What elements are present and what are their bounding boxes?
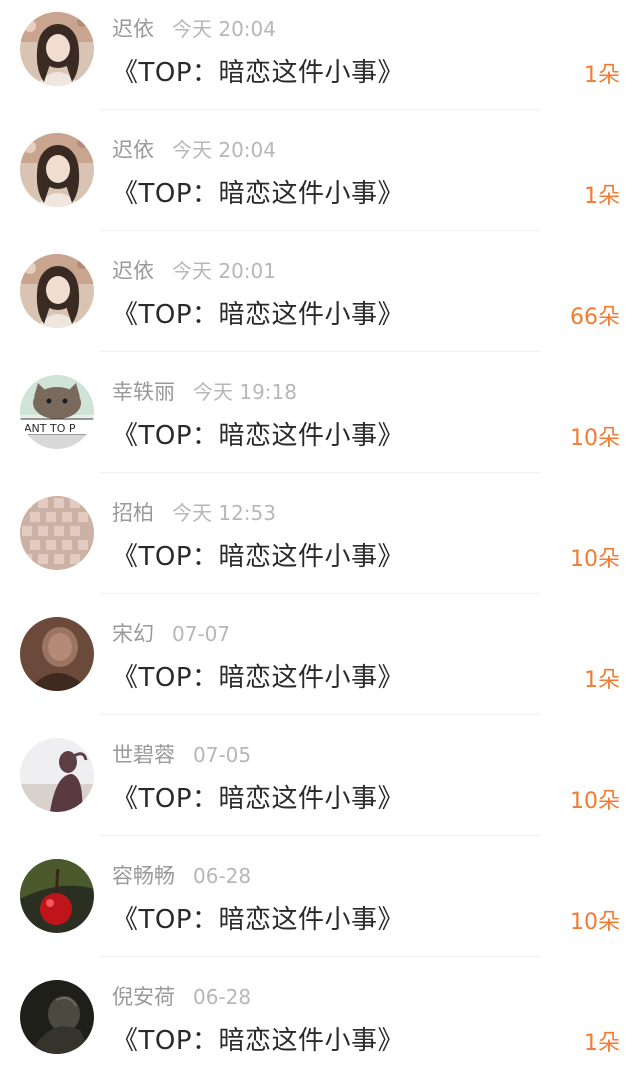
girl-photo-avatar (20, 133, 94, 207)
book-title: 《TOP：暗恋这件小事》 (112, 1026, 405, 1056)
meta: 迟依 今天 20:01 (112, 255, 276, 285)
meta: 宋幻 07-07 (112, 618, 230, 648)
avatar[interactable] (20, 980, 94, 1054)
girl-photo-avatar (20, 12, 94, 86)
book-title: 《TOP：暗恋这件小事》 (112, 421, 405, 451)
dark-portrait-avatar (20, 617, 94, 691)
list-item[interactable]: 迟依 今天 20:01 《TOP：暗恋这件小事》 66朵 (0, 242, 640, 363)
gift-count: 10朵 (570, 547, 620, 572)
timestamp: 今天 20:04 (172, 17, 276, 41)
list-item[interactable]: ANT TO P 幸轶丽 今天 19:18 《TOP：暗恋这件小事》 10朵 (0, 363, 640, 484)
timestamp: 07-07 (172, 622, 231, 646)
silhouette-avatar (20, 738, 94, 812)
meta: 迟依 今天 20:04 (112, 13, 276, 43)
divider (100, 593, 540, 594)
girl-photo-avatar (20, 254, 94, 328)
gift-count: 1朵 (584, 1031, 620, 1056)
timestamp: 06-28 (193, 985, 252, 1009)
gift-count: 10朵 (570, 789, 620, 814)
avatar[interactable] (20, 617, 94, 691)
user-name: 迟依 (112, 138, 154, 162)
timestamp: 06-28 (193, 864, 252, 888)
gift-record-list: 迟依 今天 20:04 《TOP：暗恋这件小事》 1朵 迟依 今天 20:04 (0, 0, 640, 1089)
avatar[interactable] (20, 738, 94, 812)
list-item[interactable]: 容畅畅 06-28 《TOP：暗恋这件小事》 10朵 (0, 847, 640, 968)
divider (100, 714, 540, 715)
pattern-avatar (20, 496, 94, 570)
list-item[interactable]: 迟依 今天 20:04 《TOP：暗恋这件小事》 1朵 (0, 0, 640, 121)
list-item[interactable]: 世碧蓉 07-05 《TOP：暗恋这件小事》 10朵 (0, 726, 640, 847)
list-item[interactable]: 招柏 今天 12:53 《TOP：暗恋这件小事》 10朵 (0, 484, 640, 605)
divider (100, 835, 540, 836)
list-item[interactable]: 迟依 今天 20:04 《TOP：暗恋这件小事》 1朵 (0, 121, 640, 242)
gift-count: 10朵 (570, 426, 620, 451)
user-name: 容畅畅 (112, 864, 175, 888)
avatar[interactable] (20, 859, 94, 933)
book-title: 《TOP：暗恋这件小事》 (112, 300, 405, 330)
divider (100, 956, 540, 957)
timestamp: 今天 12:53 (172, 501, 276, 525)
divider (100, 472, 540, 473)
gift-count: 1朵 (584, 668, 620, 693)
svg-text:ANT TO P: ANT TO P (24, 422, 76, 435)
timestamp: 今天 20:01 (172, 259, 276, 283)
meta: 世碧蓉 07-05 (112, 739, 251, 769)
timestamp: 今天 20:04 (172, 138, 276, 162)
divider (100, 351, 540, 352)
meta: 幸轶丽 今天 19:18 (112, 376, 297, 406)
gift-count: 10朵 (570, 910, 620, 935)
avatar[interactable]: ANT TO P (20, 375, 94, 449)
list-item[interactable]: 宋幻 07-07 《TOP：暗恋这件小事》 1朵 (0, 605, 640, 726)
user-name: 宋幻 (112, 622, 154, 646)
user-name: 幸轶丽 (112, 380, 175, 404)
cat-cartoon-avatar: ANT TO P (20, 375, 94, 449)
meta: 容畅畅 06-28 (112, 860, 251, 890)
avatar[interactable] (20, 133, 94, 207)
cherry-avatar (20, 859, 94, 933)
timestamp: 07-05 (193, 743, 252, 767)
meta: 倪安荷 06-28 (112, 981, 251, 1011)
book-title: 《TOP：暗恋这件小事》 (112, 905, 405, 935)
dark-photo-avatar (20, 980, 94, 1054)
book-title: 《TOP：暗恋这件小事》 (112, 179, 405, 209)
user-name: 招柏 (112, 501, 154, 525)
list-item[interactable]: 倪安荷 06-28 《TOP：暗恋这件小事》 1朵 (0, 968, 640, 1089)
divider (100, 230, 540, 231)
user-name: 世碧蓉 (112, 743, 175, 767)
gift-count: 1朵 (584, 63, 620, 88)
avatar[interactable] (20, 496, 94, 570)
book-title: 《TOP：暗恋这件小事》 (112, 663, 405, 693)
gift-count: 1朵 (584, 184, 620, 209)
user-name: 倪安荷 (112, 985, 175, 1009)
meta: 迟依 今天 20:04 (112, 134, 276, 164)
book-title: 《TOP：暗恋这件小事》 (112, 784, 405, 814)
book-title: 《TOP：暗恋这件小事》 (112, 542, 405, 572)
avatar[interactable] (20, 254, 94, 328)
gift-count: 66朵 (570, 305, 620, 330)
divider (100, 109, 540, 110)
user-name: 迟依 (112, 17, 154, 41)
timestamp: 今天 19:18 (193, 380, 297, 404)
book-title: 《TOP：暗恋这件小事》 (112, 58, 405, 88)
meta: 招柏 今天 12:53 (112, 497, 276, 527)
user-name: 迟依 (112, 259, 154, 283)
avatar[interactable] (20, 12, 94, 86)
